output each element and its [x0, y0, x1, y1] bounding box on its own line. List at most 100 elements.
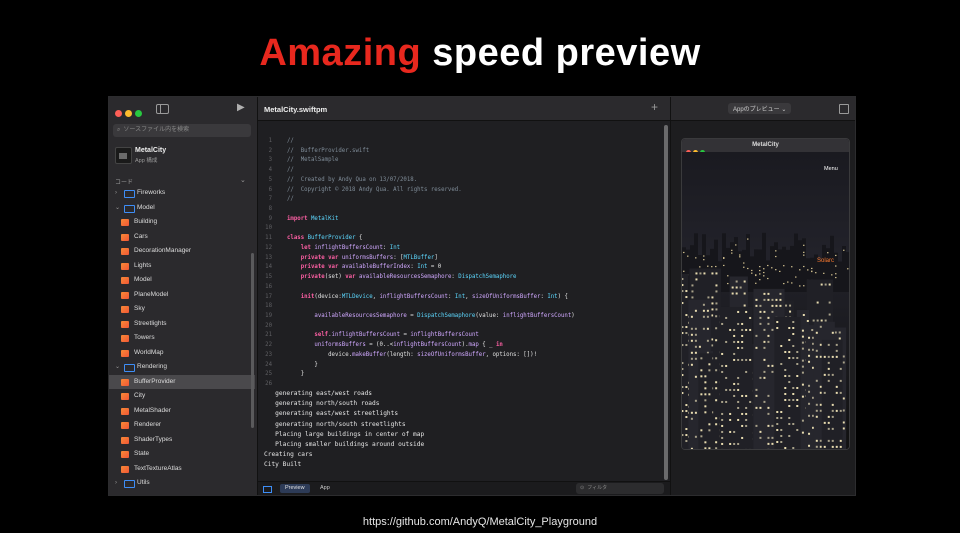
zoom-button[interactable]	[135, 110, 142, 117]
sidebar-file[interactable]: ShaderTypes	[109, 433, 255, 448]
code-editor: MetalCity.swiftpm + 1 // 2 // BufferProvide…	[258, 97, 670, 495]
city-shape	[733, 334, 736, 337]
console-icon[interactable]	[263, 486, 272, 493]
close-button[interactable]	[115, 110, 122, 117]
code-line: 19 availableResourcesSemaphore = Dispatc…	[258, 312, 663, 322]
city-shape	[803, 251, 805, 253]
city-shape	[699, 272, 702, 275]
city-shape	[783, 265, 785, 267]
city-shape	[828, 283, 831, 286]
city-shape	[690, 327, 693, 330]
city-shape	[762, 232, 766, 292]
app-tab[interactable]: App	[320, 484, 330, 493]
city-shape	[824, 283, 827, 286]
city-shape	[700, 429, 703, 432]
sidebar-file[interactable]: Building	[109, 215, 255, 230]
city-shape	[715, 423, 718, 426]
chevron-down-icon[interactable]: ⌄	[240, 176, 246, 184]
swift-file-icon	[121, 335, 129, 342]
sidebar-file[interactable]: City	[109, 389, 255, 404]
search-field[interactable]: ⌕ ソースファイル内を検索	[113, 124, 251, 137]
sidebar-file[interactable]: MetalShader	[109, 404, 255, 419]
city-shape	[790, 245, 794, 292]
city-shape	[685, 344, 688, 347]
city-shape	[750, 256, 754, 292]
city-shape	[802, 313, 805, 316]
code-area[interactable]: 1 // 2 // BufferProvider.swift 3 // MetalSamp…	[258, 137, 663, 390]
project-header[interactable]: MetalCity App 構成	[115, 147, 253, 173]
preview-tab[interactable]: Preview	[280, 484, 310, 493]
city-shape	[812, 414, 815, 417]
sidebar-file[interactable]: Streetlights	[109, 317, 255, 332]
sidebar-file[interactable]: Lights	[109, 259, 255, 274]
city-shape	[694, 435, 697, 438]
city-shape	[749, 358, 752, 361]
sidebar-file[interactable]: Towers	[109, 331, 255, 346]
city-shape	[842, 421, 845, 424]
city-shape	[715, 284, 718, 287]
city-shape	[702, 303, 705, 306]
sidebar-file[interactable]: Sky	[109, 302, 255, 317]
city-shape	[763, 358, 766, 361]
code-line: 3 // MetalSample	[258, 156, 663, 166]
file-tree: › Fireworks ⌄ Model Building Cars DecorationMa…	[109, 186, 255, 491]
city-shape	[682, 284, 684, 287]
chevron-down-icon[interactable]: ⌄	[115, 201, 120, 216]
city-shape	[843, 249, 845, 251]
chevron-right-icon[interactable]: ›	[115, 476, 117, 491]
city-shape	[808, 390, 811, 393]
sidebar-file[interactable]: Renderer	[109, 418, 255, 433]
code-line: 5 // Created by Andy Qua on 13/07/2018.	[258, 176, 663, 186]
sidebar-file[interactable]: Cars	[109, 230, 255, 245]
sidebar-scrollbar[interactable]	[251, 253, 254, 428]
add-icon[interactable]: +	[651, 100, 658, 114]
city-shape	[691, 284, 694, 287]
sidebar-file[interactable]: Model	[109, 273, 255, 288]
city-shape	[739, 256, 741, 258]
sidebar-file[interactable]: TextTextureAtlas	[109, 462, 255, 477]
city-shape	[792, 344, 795, 347]
editor-title: MetalCity.swiftpm	[264, 105, 328, 114]
city-shape	[788, 404, 791, 407]
city-shape	[815, 355, 818, 358]
sidebar-file[interactable]: WorldMap	[109, 346, 255, 361]
city-shape	[737, 310, 740, 313]
library-icon[interactable]	[839, 104, 849, 114]
city-shape	[812, 342, 815, 345]
city-shape	[770, 246, 774, 292]
editor-scrollbar[interactable]	[664, 125, 668, 480]
city-shape	[838, 331, 841, 334]
minimize-button[interactable]	[125, 110, 132, 117]
sidebar-folder[interactable]: › Utils	[109, 476, 255, 491]
preview-dropdown-label: Appのプレビュー	[733, 107, 780, 113]
filter-field[interactable]: ⊙ フィルタ	[576, 483, 664, 494]
sidebar-item-label: Fireworks	[137, 189, 166, 196]
sidebar-file[interactable]: BufferProvider	[109, 374, 255, 389]
project-subtitle: App 構成	[135, 158, 158, 164]
city-shape	[731, 249, 733, 251]
city-shape	[702, 315, 705, 318]
city-shape	[704, 411, 707, 414]
code-text: uniformsBuffers = (0..<inflightBuffersCo…	[314, 342, 503, 349]
city-shape	[721, 424, 724, 427]
menu-button[interactable]: Menu	[824, 166, 838, 172]
sidebar-toggle-icon[interactable]	[156, 104, 169, 114]
run-icon[interactable]: ▶	[237, 102, 245, 113]
city-shape	[737, 442, 740, 445]
sidebar-file[interactable]: DecorationManager	[109, 244, 255, 259]
line-number: 9	[268, 215, 272, 222]
sidebar-file[interactable]: State	[109, 447, 255, 462]
line-number: 20	[265, 322, 272, 329]
preview-dropdown[interactable]: Appのプレビュー ⌄	[728, 103, 792, 114]
sidebar-folder[interactable]: ⌄ Rendering	[109, 360, 255, 375]
chevron-right-icon[interactable]: ›	[115, 186, 117, 201]
console-line: generating east/west roads	[264, 390, 373, 397]
sidebar-folder[interactable]: › Fireworks	[109, 186, 255, 201]
swift-file-icon	[121, 349, 129, 357]
sidebar-folder[interactable]: ⌄ Model	[109, 201, 255, 216]
sidebar-file[interactable]: PlaneModel	[109, 288, 255, 303]
line-number: 12	[265, 244, 272, 251]
chevron-down-icon[interactable]: ⌄	[115, 360, 120, 375]
city-shape	[755, 388, 758, 391]
city-render[interactable]: Menu Solarc	[682, 152, 849, 449]
